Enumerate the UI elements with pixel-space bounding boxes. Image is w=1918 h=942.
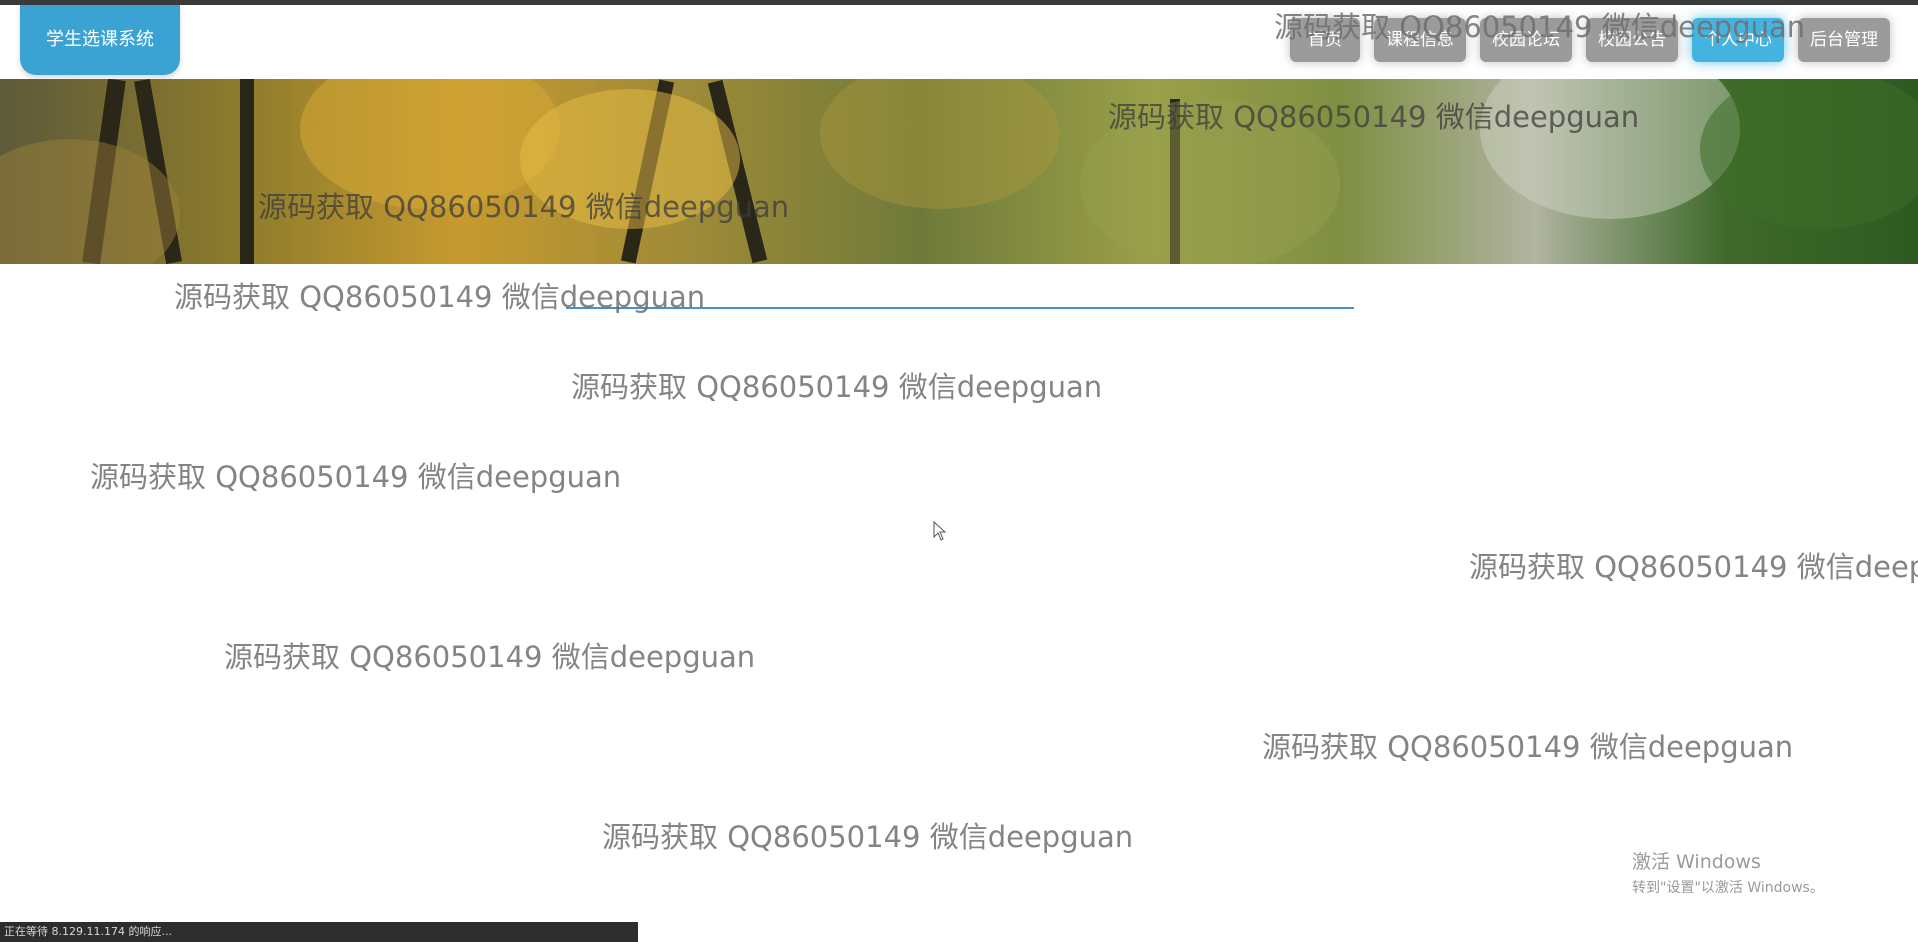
activate-subtitle: 转到"设置"以激活 Windows。 [1632,880,1824,896]
watermark-text: 源码获取 QQ86050149 微信deepguan [174,280,706,314]
watermark-text: 源码获取 QQ86050149 微信deepguan [1108,100,1640,134]
nav-item-admin[interactable]: 后台管理 [1798,18,1890,62]
watermark-text: 源码获取 QQ86050149 微信deepguan [1274,10,1806,44]
windows-activation-notice: 激活 Windows 转到"设置"以激活 Windows。 [1632,847,1824,897]
page: 学生选课系统 首页 课程信息 校园论坛 校园公告 个人中心 后台管理 源码获取 … [0,0,1918,942]
watermark-text: 源码获取 QQ86050149 微信deepguan [1262,730,1794,764]
watermark-text: 源码获取 QQ86050149 微信deepguan [602,820,1134,854]
watermark-text: 源码获取 QQ86050149 微信deepguan [258,190,790,224]
site-logo[interactable]: 学生选课系统 [20,5,180,75]
watermark-text: 源码获取 QQ86050149 微信deepguan [571,370,1103,404]
mouse-pointer-icon [933,521,947,541]
watermark-text: 源码获取 QQ86050149 微信deepguan [1469,550,1918,584]
browser-status-bar: 正在等待 8.129.11.174 的响应... [0,922,638,942]
watermark-text: 源码获取 QQ86050149 微信deepguan [90,460,622,494]
activate-title: 激活 Windows [1632,851,1761,873]
watermark-text: 源码获取 QQ86050149 微信deepguan [224,640,756,674]
